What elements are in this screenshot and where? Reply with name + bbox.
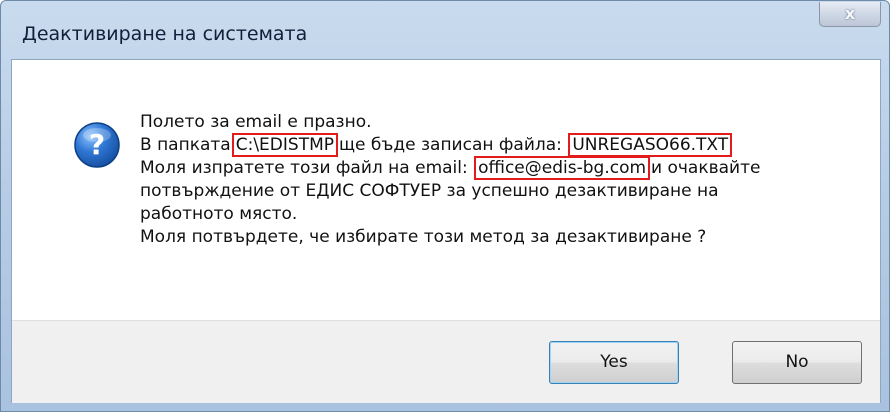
window-title: Деактивиране на системата [22,23,308,45]
dialog-content: ? Полето за email е празно. В папката C:\… [11,59,881,403]
folder-middle: ще бъде записан файла: [339,135,562,155]
title-bar[interactable]: Деактивиране на системата x [1,1,889,59]
svg-text:?: ? [89,128,105,161]
question-icon: ? [74,122,120,168]
file-name: UNREGASO66.TXT [568,133,733,157]
dialog-window: Деактивиране на системата x ? Полето за … [0,0,890,412]
message-line-workstation: работното място. [140,204,298,224]
email-address: office@edis-bg.com [474,156,651,180]
message-line-email: Моля изпратете този файл на email: offic… [140,156,761,180]
close-icon: x [844,4,856,23]
folder-prefix: В папката [140,135,231,155]
no-button[interactable]: No [732,341,862,384]
button-bar: Yes No [12,320,880,403]
message-area: ? Полето за email е празно. В папката C:\… [12,60,880,320]
close-button[interactable]: x [819,2,881,27]
folder-path: C:\EDISTMP [231,133,338,157]
email-prefix: Моля изпратете този файл на email: [140,158,468,178]
message-line-empty-email: Полето за email е празно. [140,112,372,132]
message-line-confirmation: потвърждение от ЕДИС СОФТУЕР за успешно … [140,181,719,201]
message-line-question: Моля потвърдете, че избирате този метод … [140,227,707,247]
message-line-folder: В папката C:\EDISTMP ще бъде записан файла… [140,133,760,157]
yes-button[interactable]: Yes [549,341,679,384]
message-text: Полето за email е празно. В папката C:\ED… [140,111,760,249]
email-suffix: и очаквайте [651,158,761,178]
